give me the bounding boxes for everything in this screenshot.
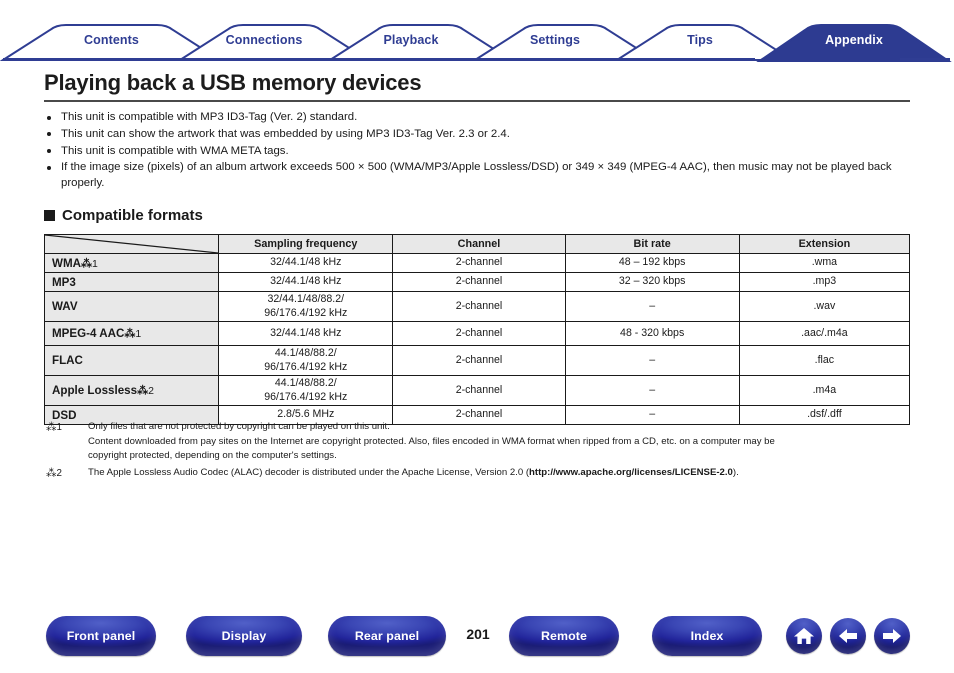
list-item-text: This unit is compatible with WMA META ta… <box>61 144 289 157</box>
table-row: MPEG-4 AAC⁂1 32/44.1/48 kHz 2-channel 48… <box>43 321 911 346</box>
footnote-line: Only files that are not protected by cop… <box>88 421 390 432</box>
intro-bullet-list: This unit is compatible with MP3 ID3-Tag… <box>44 110 912 193</box>
page-number: 201 <box>466 626 490 642</box>
cell-extension: .m4a <box>738 375 911 406</box>
arrow-right-icon <box>881 627 903 645</box>
tab-settings[interactable]: Settings <box>492 33 618 47</box>
list-item: This unit is compatible with WMA META ta… <box>44 144 912 160</box>
table-row: WMA⁂1 32/44.1/48 kHz 2-channel 48 – 192 … <box>43 253 911 273</box>
cell-extension: .mp3 <box>738 272 911 292</box>
cell-channel: 2-channel <box>392 272 566 292</box>
top-tab-bar: Contents Connections Playback Settings T… <box>0 22 954 62</box>
apache-license-url[interactable]: http://www.apache.org/licenses/LICENSE-2… <box>529 467 733 478</box>
cell-extension: .flac <box>738 345 911 376</box>
cell-sampling: 32/44.1/48 kHz <box>218 321 394 346</box>
cell-extension: .wma <box>738 253 911 273</box>
footnote-line: The Apple Lossless Audio Codec (ALAC) de… <box>88 466 739 478</box>
cell-channel: 2-channel <box>392 253 566 273</box>
column-header-bit-rate: Bit rate <box>564 234 740 254</box>
cell-bitrate: 32 – 320 kbps <box>564 272 740 292</box>
list-item: If the image size (pixels) of an album a… <box>44 160 912 192</box>
cell-bitrate: – <box>564 345 740 376</box>
table-body: WMA⁂1 32/44.1/48 kHz 2-channel 48 – 192 … <box>43 253 911 425</box>
forward-button[interactable] <box>874 618 910 654</box>
tab-playback[interactable]: Playback <box>347 33 475 47</box>
section-heading-label: Compatible formats <box>62 207 203 224</box>
tab-tips[interactable]: Tips <box>640 33 760 47</box>
arrow-left-icon <box>837 627 859 645</box>
cell-bitrate: – <box>564 291 740 322</box>
list-item: This unit can show the artwork that was … <box>44 127 912 143</box>
bullet-dot-icon <box>47 115 51 120</box>
bullet-dot-icon <box>47 149 51 154</box>
home-icon <box>793 626 815 646</box>
cell-sampling: 32/44.1/48/88.2/96/176.4/192 kHz <box>218 291 394 322</box>
back-button[interactable] <box>830 618 866 654</box>
document-page: Contents Connections Playback Settings T… <box>0 0 954 673</box>
section-heading: Compatible formats <box>44 207 203 224</box>
footnote-line: Content downloaded from pay sites on the… <box>88 435 775 447</box>
tab-contents[interactable]: Contents <box>46 33 177 47</box>
compatible-formats-table: Sampling frequency Channel Bit rate Exte… <box>43 234 911 425</box>
footnote-line: copyright protected, depending on the co… <box>88 450 337 462</box>
nav-button-index[interactable]: Index <box>652 616 762 656</box>
nav-button-front-panel[interactable]: Front panel <box>46 616 156 656</box>
column-header-sampling-frequency: Sampling frequency <box>218 234 394 254</box>
nav-button-rear-panel[interactable]: Rear panel <box>328 616 446 656</box>
cell-bitrate: 48 - 320 kbps <box>564 321 740 346</box>
cell-extension: .aac/.m4a <box>738 321 911 346</box>
footnote-marker: ⁂2 <box>46 466 62 479</box>
cell-sampling: 44.1/48/88.2/96/176.4/192 kHz <box>218 375 394 406</box>
footnote-1: ⁂1 Only files that are not protected by … <box>46 420 912 464</box>
table-row: Apple Lossless⁂2 44.1/48/88.2/96/176.4/1… <box>43 375 911 406</box>
cell-format-name: Apple Lossless⁂2 <box>43 375 220 406</box>
title-divider <box>44 100 910 102</box>
cell-channel: 2-channel <box>392 375 566 406</box>
cell-channel: 2-channel <box>392 345 566 376</box>
cell-extension: .wav <box>738 291 911 322</box>
footnote-2: ⁂2 The Apple Lossless Audio Codec (ALAC)… <box>46 466 912 481</box>
list-item: This unit is compatible with MP3 ID3-Tag… <box>44 110 912 126</box>
table-header-row: Sampling frequency Channel Bit rate Exte… <box>43 234 911 254</box>
footnote-marker: ⁂1 <box>46 421 62 433</box>
cell-format-name: WAV <box>43 291 220 322</box>
cell-channel: 2-channel <box>392 321 566 346</box>
cell-channel: 2-channel <box>392 291 566 322</box>
cell-format-name: MPEG-4 AAC⁂1 <box>43 321 220 346</box>
bottom-navigation-bar: Front panel Display Rear panel 201 Remot… <box>0 616 954 660</box>
list-item-text: If the image size (pixels) of an album a… <box>61 161 892 190</box>
cell-format-name: FLAC <box>43 345 220 376</box>
cell-format-name: MP3 <box>43 272 220 292</box>
list-item-text: This unit can show the artwork that was … <box>61 127 510 140</box>
tab-connections[interactable]: Connections <box>190 33 338 47</box>
column-header-channel: Channel <box>392 234 566 254</box>
table-corner-cell <box>43 234 220 254</box>
table-row: FLAC 44.1/48/88.2/96/176.4/192 kHz 2-cha… <box>43 345 911 376</box>
cell-sampling: 32/44.1/48 kHz <box>218 272 394 292</box>
table-row: MP3 32/44.1/48 kHz 2-channel 32 – 320 kb… <box>43 272 911 292</box>
square-bullet-icon <box>44 210 55 221</box>
cell-bitrate: 48 – 192 kbps <box>564 253 740 273</box>
cell-bitrate: – <box>564 375 740 406</box>
cell-format-name: WMA⁂1 <box>43 253 220 273</box>
table-row: WAV 32/44.1/48/88.2/96/176.4/192 kHz 2-c… <box>43 291 911 322</box>
list-item-text: This unit is compatible with MP3 ID3-Tag… <box>61 111 358 123</box>
bullet-dot-icon <box>47 165 51 170</box>
footnotes: ⁂1 Only files that are not protected by … <box>46 420 912 482</box>
tab-appendix[interactable]: Appendix <box>779 33 929 47</box>
column-header-extension: Extension <box>738 234 911 254</box>
bullet-dot-icon <box>47 132 51 137</box>
home-icon-button[interactable] <box>786 618 822 654</box>
cell-sampling: 32/44.1/48 kHz <box>218 253 394 273</box>
nav-button-remote[interactable]: Remote <box>509 616 619 656</box>
nav-button-display[interactable]: Display <box>186 616 302 656</box>
page-title: Playing back a USB memory devices <box>44 70 422 95</box>
cell-sampling: 44.1/48/88.2/96/176.4/192 kHz <box>218 345 394 376</box>
